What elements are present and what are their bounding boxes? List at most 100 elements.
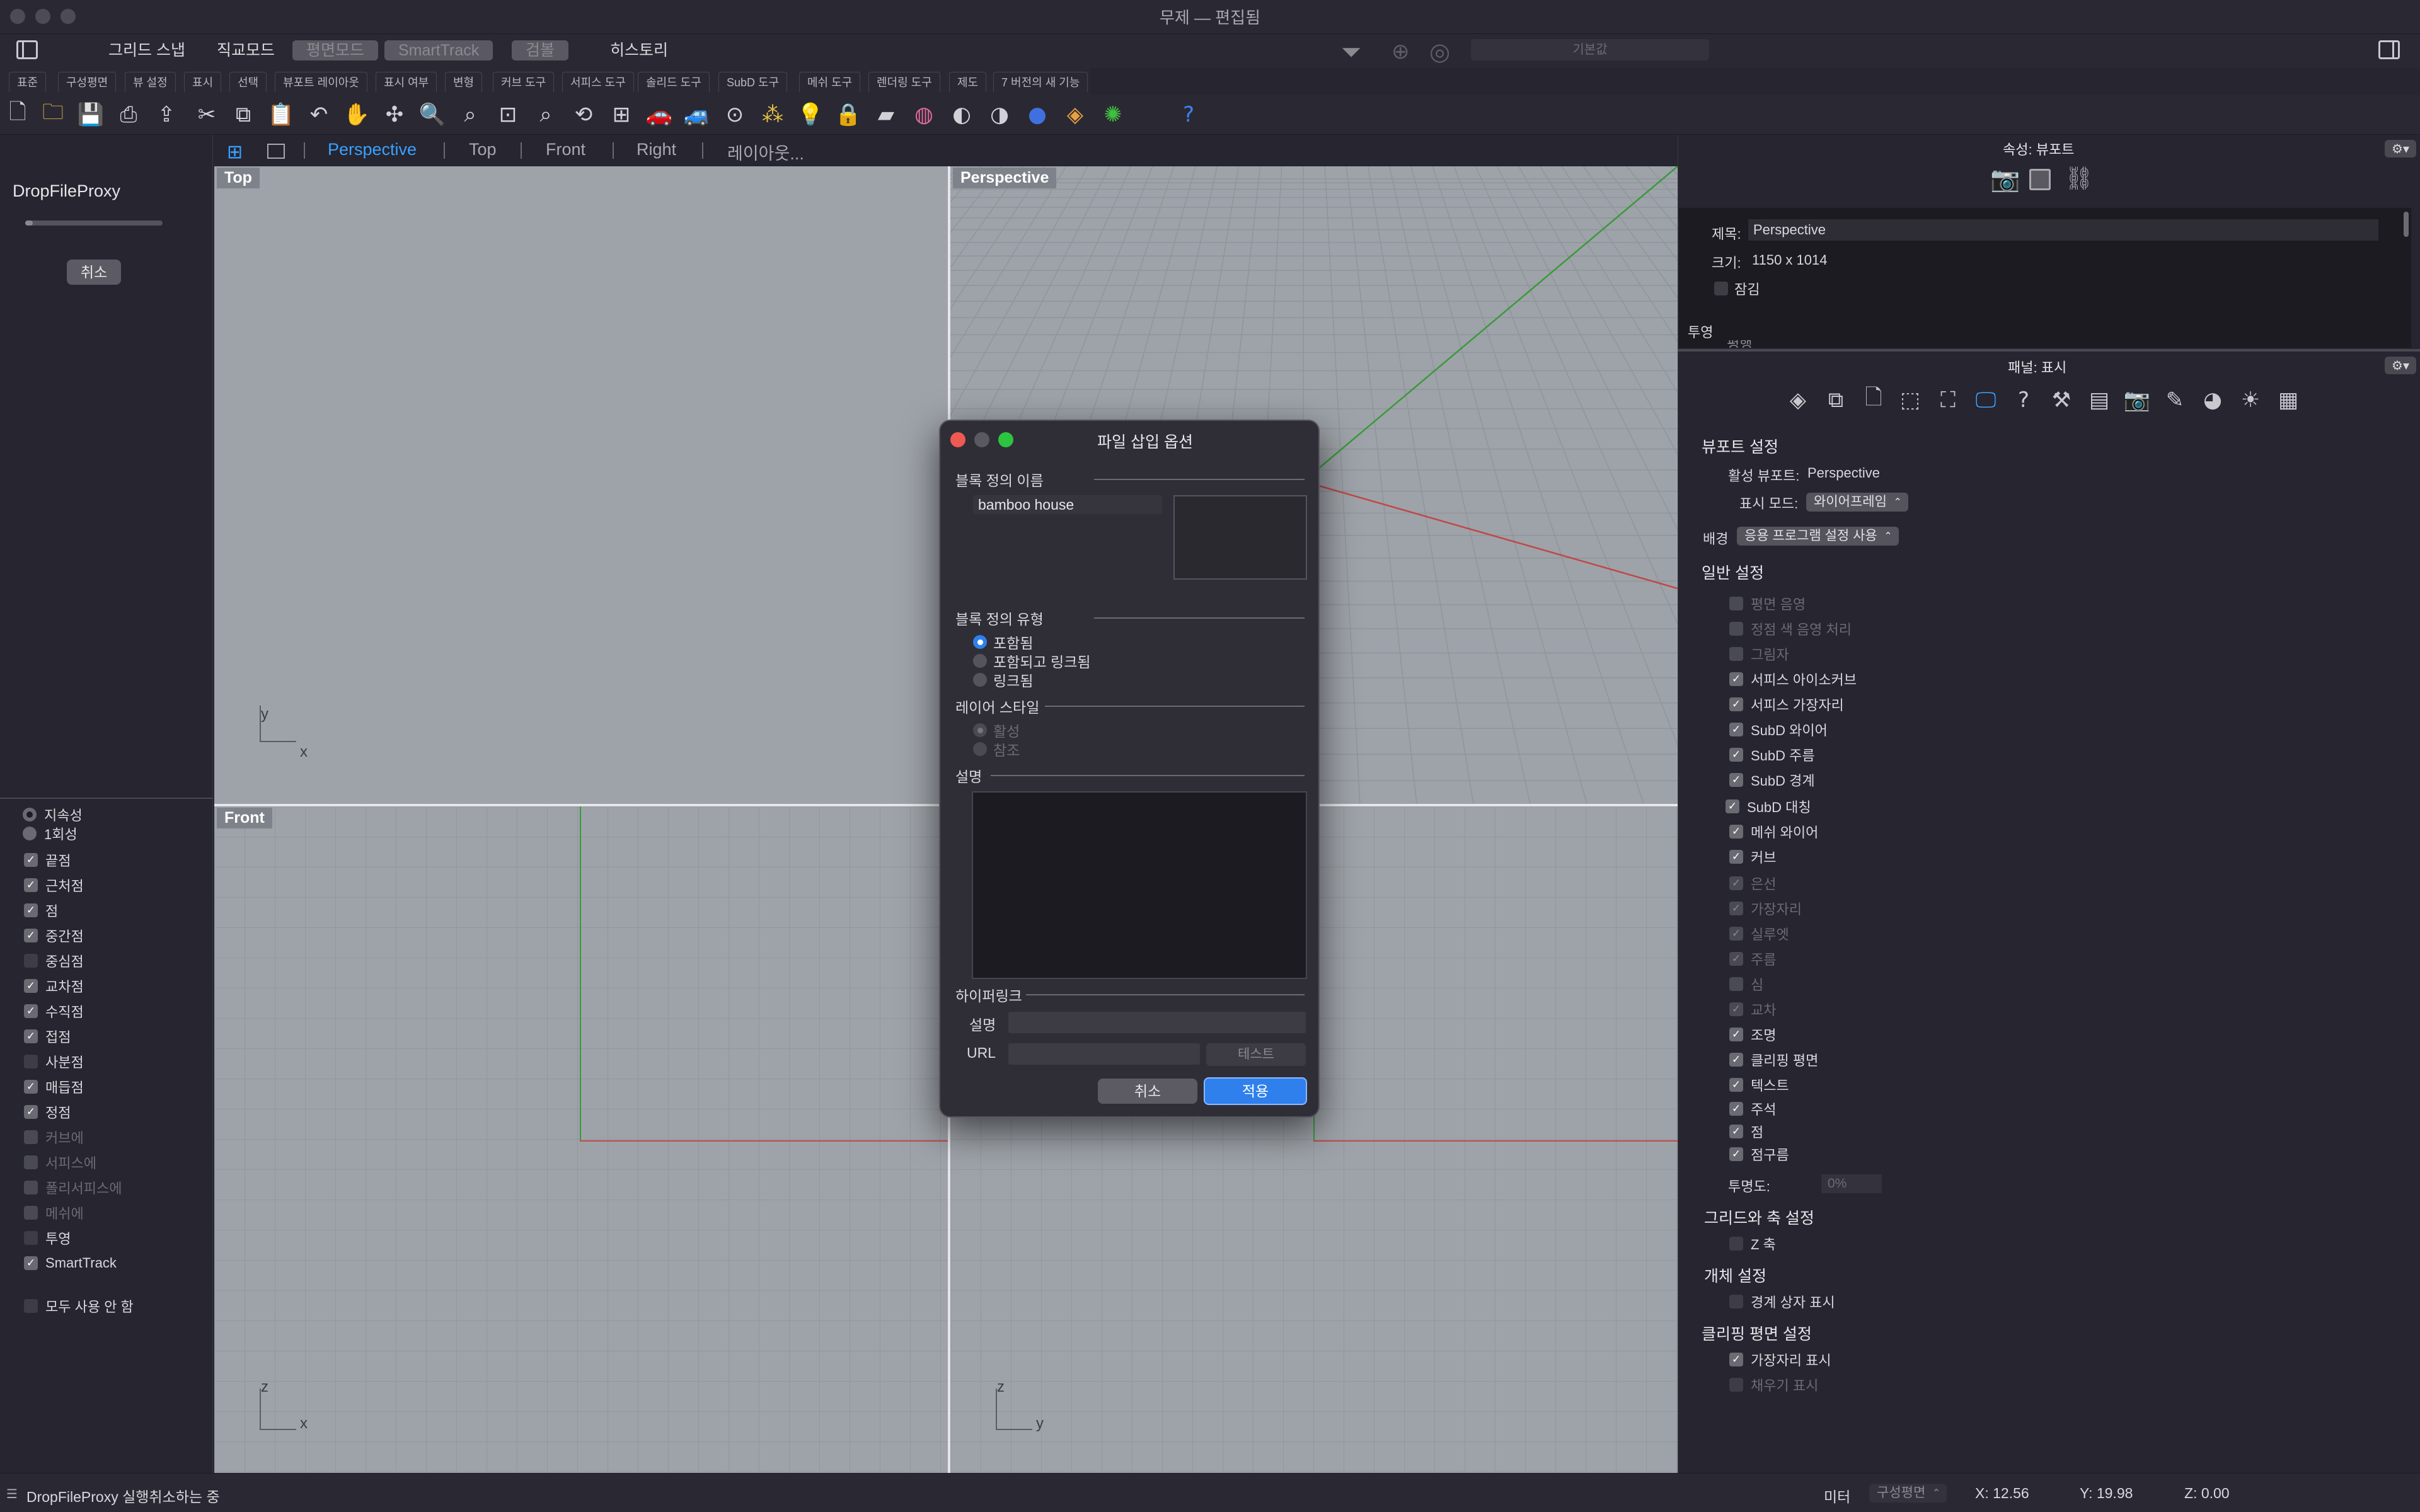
display-item[interactable]: ✓ 메쉬 와이어	[1729, 823, 1818, 840]
smarttrack-toggle[interactable]: SmartTrack	[384, 40, 493, 60]
shaded-sphere-icon[interactable]: ◐	[948, 101, 976, 129]
display-item[interactable]: 심	[1729, 975, 1763, 993]
viewport-front-label[interactable]: Front	[217, 808, 272, 828]
color-wheel-icon[interactable]: ◍	[910, 101, 938, 129]
object-properties-icon[interactable]: ⧉	[1821, 386, 1850, 415]
display-checkbox[interactable]: ✓	[1729, 672, 1743, 686]
display-item[interactable]: ✓ 주석	[1729, 1100, 1776, 1118]
fill-display-checkbox[interactable]	[1729, 1378, 1743, 1392]
undo-view-icon[interactable]: ⟲	[570, 101, 597, 129]
tab-top[interactable]: Top	[469, 140, 497, 159]
tab-front[interactable]: Front	[546, 140, 585, 159]
display-checkbox[interactable]: ✓	[1729, 902, 1743, 915]
snap-checkbox[interactable]: ✓	[24, 853, 38, 867]
snap-item[interactable]: ✓ 끝점	[24, 850, 71, 869]
filter-icon[interactable]: ⏷	[1341, 38, 1361, 67]
tab-curve-tools[interactable]: 커브 도구	[493, 72, 555, 92]
display-item[interactable]: 그림자	[1729, 645, 1789, 663]
type-linked-radio[interactable]	[973, 673, 987, 687]
block-name-input[interactable]: bamboo house	[973, 495, 1162, 514]
tab-standard[interactable]: 표준	[9, 72, 47, 92]
display-checkbox[interactable]: ✓	[1729, 1102, 1743, 1116]
once-radio[interactable]	[23, 827, 37, 840]
tab-transform[interactable]: 변형	[445, 72, 483, 92]
layout-grid-icon[interactable]: ⊞	[227, 141, 243, 163]
display-gear-icon[interactable]: ⚙▾	[2385, 357, 2416, 374]
type-embedded-linked-radio[interactable]	[973, 654, 987, 668]
display-checkbox[interactable]: ✓	[1729, 825, 1743, 839]
export-icon[interactable]: ⇪	[153, 101, 180, 129]
z-axis-checkbox[interactable]	[1729, 1237, 1743, 1251]
description-textarea[interactable]	[972, 791, 1307, 979]
new-file-icon[interactable]: 🗋	[4, 100, 32, 129]
close-window-button[interactable]	[10, 9, 25, 24]
display-item[interactable]: ✓ 서피스 아이소커브	[1729, 670, 1857, 688]
dialog-apply-button[interactable]: 적용	[1204, 1077, 1307, 1105]
snap-checkbox[interactable]: ✓	[24, 1080, 38, 1094]
display-mode-select[interactable]: 와이어프레임	[1806, 493, 1908, 512]
display-item[interactable]: ✓ 클리핑 평면	[1729, 1051, 1818, 1068]
display-checkbox[interactable]: ✓	[1729, 773, 1743, 787]
notes-icon[interactable]: ▤	[2085, 386, 2114, 415]
open-file-icon[interactable]: 🗀	[39, 100, 67, 129]
paste-icon[interactable]: 📋	[267, 101, 295, 129]
snapshot-icon[interactable]: 📷	[2123, 386, 2152, 415]
display-item[interactable]: ✓ SubD 경계	[1729, 771, 1815, 789]
viewport-front[interactable]: Front z x	[214, 806, 948, 1473]
snap-item[interactable]: 서피스에	[24, 1153, 96, 1172]
history-toggle[interactable]: 히스토리	[605, 40, 673, 60]
tab-set-view[interactable]: 뷰 설정	[125, 72, 176, 92]
display-checkbox[interactable]: ✓	[1729, 876, 1743, 890]
render-icon[interactable]: ●	[1023, 101, 1051, 129]
single-viewport-icon[interactable]	[267, 144, 285, 159]
disable-all-checkbox[interactable]	[24, 1299, 38, 1313]
panel-divider[interactable]	[1678, 349, 2420, 352]
tab-select[interactable]: 선택	[229, 72, 267, 92]
command-cancel-button[interactable]: 취소	[67, 260, 121, 285]
display-item[interactable]: ✓ 서피스 가장자리	[1729, 696, 1844, 713]
zoom-icon[interactable]: 🔍	[418, 101, 446, 129]
snap-checkbox[interactable]: ✓	[24, 1004, 38, 1018]
background-select[interactable]: 응용 프로그램 설정 사용	[1737, 527, 1899, 546]
tab-viewport-layout[interactable]: 뷰포트 레이아웃	[275, 72, 367, 92]
snap-item[interactable]: 투영	[24, 1228, 71, 1247]
viewport-properties-icon[interactable]	[2029, 169, 2051, 190]
snap-item[interactable]: ✓ 중간점	[24, 926, 84, 945]
save-icon[interactable]: 💾	[77, 101, 105, 129]
display-checkbox[interactable]: ✓	[1729, 927, 1743, 941]
display-checkbox[interactable]	[1729, 647, 1743, 661]
rendered-sphere-icon[interactable]: ◑	[986, 101, 1013, 129]
display-checkbox[interactable]: ✓	[1729, 1053, 1743, 1067]
environment-icon[interactable]: ◕	[2198, 386, 2227, 415]
help-circle-icon[interactable]: ?	[2009, 386, 2038, 415]
tab-perspective[interactable]: Perspective	[328, 140, 417, 159]
render-settings-icon[interactable]: ▦	[2274, 386, 2303, 415]
undo-icon[interactable]: ↶	[305, 101, 333, 129]
light-bulb-icon[interactable]: 💡	[797, 101, 824, 129]
snap-checkbox[interactable]: ✓	[24, 1256, 38, 1270]
layer-icon[interactable]: ▰	[872, 101, 900, 129]
list-icon[interactable]: ☰	[6, 1486, 18, 1501]
tab-display[interactable]: 표시	[184, 72, 222, 92]
snap-item[interactable]: ✓ 정점	[24, 1102, 71, 1121]
snap-item[interactable]: 사분점	[24, 1052, 84, 1071]
osnap-icon[interactable]: ◎	[1429, 38, 1450, 66]
snap-checkbox[interactable]	[24, 1206, 38, 1220]
display-item[interactable]: 정점 색 음영 처리	[1729, 620, 1852, 638]
snap-checkbox[interactable]	[24, 1155, 38, 1169]
prop-title-input[interactable]: Perspective	[1748, 219, 2378, 241]
display-item[interactable]: ✓ 텍스트	[1729, 1076, 1789, 1094]
snap-item[interactable]: 메쉬에	[24, 1203, 84, 1222]
layers-icon[interactable]: ◈	[1783, 386, 1812, 415]
tab-layouts[interactable]: 레이아웃...	[727, 140, 804, 164]
display-item[interactable]: ✓ 실루엣	[1729, 925, 1789, 942]
copy-icon[interactable]: ⧉	[229, 101, 257, 129]
viewport-top[interactable]: Top y x	[214, 166, 948, 804]
zoom-window-icon[interactable]: ⌕	[456, 101, 484, 129]
display-monitor-icon[interactable]: 🖵	[1971, 386, 2000, 415]
type-embedded-radio[interactable]	[973, 635, 987, 649]
command-search-input[interactable]: 기본값	[1471, 39, 1709, 60]
viewport-top-label[interactable]: Top	[217, 168, 260, 188]
snap-checkbox[interactable]	[24, 1130, 38, 1144]
properties-scrollbar[interactable]	[2404, 212, 2409, 237]
